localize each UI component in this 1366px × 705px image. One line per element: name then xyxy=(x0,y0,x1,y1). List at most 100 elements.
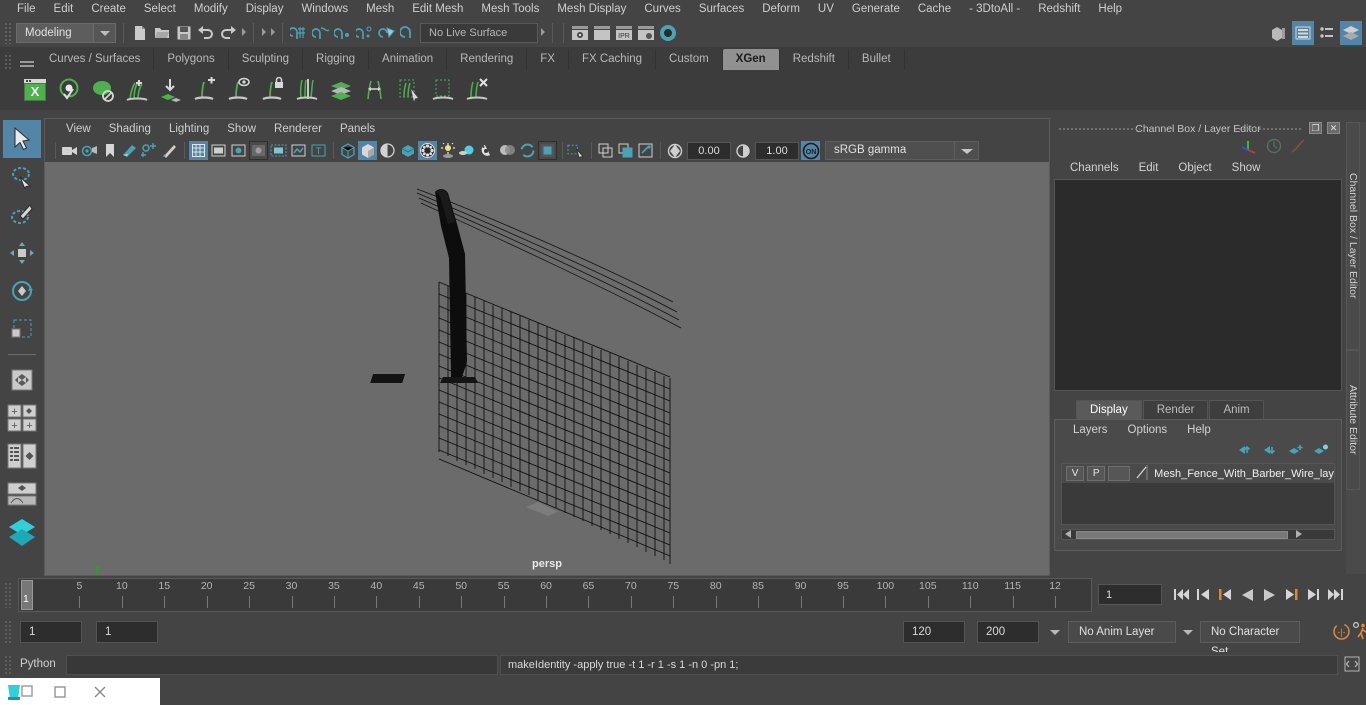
undo-icon[interactable] xyxy=(195,22,217,44)
script-editor-icon[interactable] xyxy=(1344,656,1360,675)
screen-space-ao-icon[interactable] xyxy=(458,141,477,160)
shelf-menu-icon[interactable] xyxy=(18,61,36,67)
character-set-chevron-down-icon[interactable] xyxy=(1180,621,1196,643)
xray-icon[interactable] xyxy=(567,141,586,160)
layer-menu-options[interactable]: Options xyxy=(1118,424,1178,436)
panel-close-icon[interactable]: ✕ xyxy=(1327,122,1340,134)
anim-layer-selector[interactable]: No Anim Layer xyxy=(1068,621,1176,643)
open-scene-icon[interactable] xyxy=(151,22,173,44)
menu-cache[interactable]: Cache xyxy=(909,0,960,19)
menu-curves[interactable]: Curves xyxy=(635,0,689,19)
wireframe-icon[interactable] xyxy=(338,141,357,160)
menu-modify[interactable]: Modify xyxy=(185,0,237,19)
render-settings-icon[interactable] xyxy=(635,22,657,44)
shelf-tab-fx-caching[interactable]: FX Caching xyxy=(568,49,657,70)
lasso-select-tool[interactable] xyxy=(3,158,41,196)
smooth-shade-icon[interactable] xyxy=(358,141,377,160)
manipulator-axis-icon[interactable] xyxy=(1241,138,1258,157)
layer-menu-layers[interactable]: Layers xyxy=(1063,424,1118,436)
scrollbar-thumb[interactable] xyxy=(1076,530,1288,539)
menu-mesh-tools[interactable]: Mesh Tools xyxy=(472,0,548,19)
color-space-selector[interactable]: sRGB gamma xyxy=(825,141,955,160)
xgen-preview-icon[interactable] xyxy=(52,73,86,107)
range-end-time-field[interactable] xyxy=(903,621,965,643)
film-origin-icon[interactable] xyxy=(289,141,308,160)
menu-edit[interactable]: Edit xyxy=(45,0,83,19)
chevron-down-icon[interactable] xyxy=(93,24,115,42)
show-hide-modeling-toolkit-icon[interactable] xyxy=(1268,21,1290,45)
range-start-time-field[interactable] xyxy=(96,621,158,643)
animation-preferences-icon[interactable] xyxy=(1352,621,1366,644)
channel-box-menu-channels[interactable]: Channels xyxy=(1060,162,1129,174)
menu-create[interactable]: Create xyxy=(82,0,135,19)
current-frame-field[interactable] xyxy=(1098,584,1162,605)
play-forwards-icon[interactable] xyxy=(1260,584,1279,605)
command-language-label[interactable]: Python xyxy=(20,658,56,670)
side-tab-attribute-editor[interactable]: Attribute Editor xyxy=(1346,350,1360,490)
use-all-lights-icon[interactable] xyxy=(418,141,437,160)
shelf-tab-custom[interactable]: Custom xyxy=(656,49,723,70)
snap-to-view-plane-icon[interactable] xyxy=(376,22,398,44)
layer-color-swatch-icon[interactable] xyxy=(1135,464,1149,483)
xgen-grow-icon[interactable] xyxy=(188,73,222,107)
status-line-grip[interactable] xyxy=(4,22,12,44)
camera-attributes-icon[interactable] xyxy=(80,141,99,160)
bookmark-icon[interactable] xyxy=(100,141,119,160)
play-backwards-icon[interactable] xyxy=(1238,584,1257,605)
menu-windows[interactable]: Windows xyxy=(292,0,357,19)
shadows-icon[interactable] xyxy=(438,141,457,160)
viewport-menu-renderer[interactable]: Renderer xyxy=(265,123,331,135)
menu-surfaces[interactable]: Surfaces xyxy=(690,0,753,19)
render-sequence-icon[interactable] xyxy=(591,22,613,44)
create-new-layer-icon[interactable] xyxy=(1288,444,1304,459)
panel-grip-right[interactable] xyxy=(1234,127,1302,131)
grease-pencil-icon[interactable] xyxy=(160,141,179,160)
menu-mesh-display[interactable]: Mesh Display xyxy=(548,0,635,19)
3d-viewport[interactable]: y x z persp xyxy=(45,162,1049,575)
snap-to-grid-icon[interactable] xyxy=(288,22,310,44)
channel-box-content[interactable] xyxy=(1054,179,1342,391)
redo-icon[interactable] xyxy=(217,22,239,44)
motion-blur-icon[interactable] xyxy=(478,141,497,160)
shelf-tab-rendering[interactable]: Rendering xyxy=(447,49,528,70)
safe-action-icon[interactable] xyxy=(269,141,288,160)
live-surface-field[interactable]: No Live Surface xyxy=(420,23,538,43)
grid-icon[interactable] xyxy=(189,141,208,160)
command-input-field[interactable] xyxy=(66,655,498,675)
channel-box-speed-icon[interactable] xyxy=(1266,138,1282,157)
show-hide-attribute-editor-icon[interactable] xyxy=(1292,21,1314,45)
quick-layout-single-icon[interactable]: + + + xyxy=(3,399,41,437)
layer-name-label[interactable]: Mesh_Fence_With_Barber_Wire_layer xyxy=(1154,468,1334,480)
scroll-right-arrow-icon[interactable] xyxy=(1294,529,1303,541)
quick-layout-hypershade-icon[interactable] xyxy=(3,513,41,551)
menu-generate[interactable]: Generate xyxy=(843,0,909,19)
shelf-tab-bullet[interactable]: Bullet xyxy=(848,49,905,70)
channel-box-menu-show[interactable]: Show xyxy=(1222,162,1271,174)
viewport-menu-shading[interactable]: Shading xyxy=(100,123,160,135)
viewport-menu-panels[interactable]: Panels xyxy=(331,123,384,135)
snap-to-curve-icon[interactable] xyxy=(310,22,332,44)
viewport-menu-show[interactable]: Show xyxy=(218,123,265,135)
menu-display[interactable]: Display xyxy=(237,0,293,19)
select-by-object-icon[interactable] xyxy=(260,23,267,43)
range-slider-grip[interactable] xyxy=(4,620,12,644)
layer-row[interactable]: V P Mesh_Fence_With_Barber_Wire_layer xyxy=(1062,464,1334,483)
character-set-selector[interactable]: No Character Set xyxy=(1200,621,1300,658)
layer-display-type-toggle[interactable] xyxy=(1108,466,1131,481)
xray-active-components-icon[interactable] xyxy=(616,141,635,160)
new-scene-icon[interactable] xyxy=(129,22,151,44)
scroll-left-arrow-icon[interactable] xyxy=(1064,529,1073,541)
exposure-field[interactable] xyxy=(687,141,731,160)
quick-layout-outliner-icon[interactable] xyxy=(3,437,41,475)
save-scene-icon[interactable] xyxy=(173,22,195,44)
menu-uv[interactable]: UV xyxy=(809,0,843,19)
go-to-start-icon[interactable] xyxy=(1172,584,1191,605)
move-tool[interactable] xyxy=(3,234,41,272)
quick-layout-persp-graph-icon[interactable] xyxy=(3,475,41,513)
text-overlay-icon[interactable]: T xyxy=(309,141,328,160)
select-by-component-icon[interactable] xyxy=(269,23,276,43)
last-tool-used[interactable] xyxy=(3,361,41,399)
image-plane-icon[interactable] xyxy=(120,141,139,160)
xgen-add-guide-icon[interactable] xyxy=(120,73,154,107)
shelf-tab-xgen[interactable]: XGen xyxy=(722,49,780,70)
